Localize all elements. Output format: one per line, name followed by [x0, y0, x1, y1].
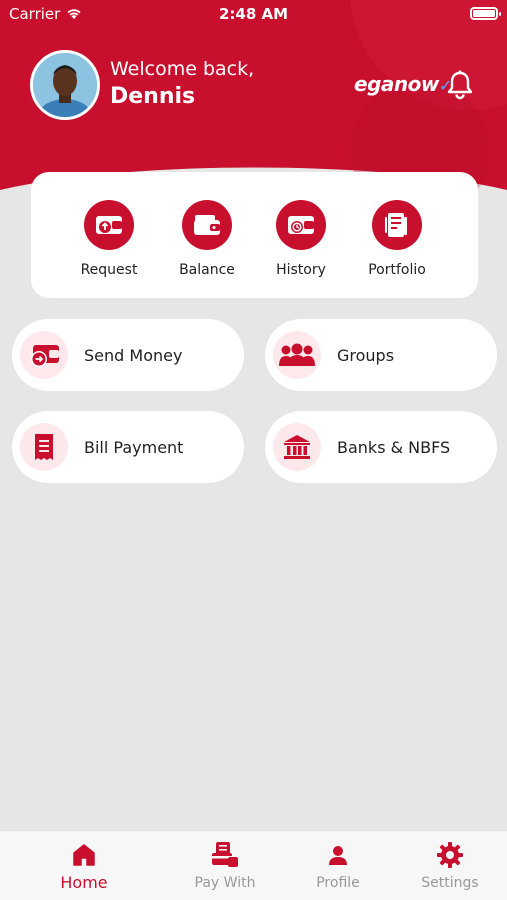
- nav-tab-profile[interactable]: Profile: [288, 841, 388, 891]
- nav-label: Home: [60, 873, 108, 892]
- quick-action-portfolio[interactable]: Portfolio: [347, 200, 447, 278]
- quick-action-balance[interactable]: Balance: [157, 200, 257, 278]
- home-icon: [34, 841, 134, 869]
- profile-icon: [288, 841, 388, 869]
- nav-label: Profile: [316, 875, 360, 891]
- wallet-icon: [182, 200, 232, 250]
- settings-icon: [400, 841, 500, 869]
- bottom-navigation: Home Pay With Profile Settings: [0, 830, 507, 900]
- nav-tab-pay-with[interactable]: Pay With: [175, 841, 275, 891]
- quick-actions-card: Request Balance History Portfolio: [31, 172, 478, 298]
- nav-tab-settings[interactable]: Settings: [400, 841, 500, 891]
- portfolio-icon: [372, 200, 422, 250]
- avatar-image: [33, 53, 97, 117]
- nav-label: Pay With: [194, 875, 256, 891]
- nav-tab-home[interactable]: Home: [34, 841, 134, 892]
- quick-action-label: History: [276, 262, 326, 278]
- status-time: 2:48 AM: [218, 5, 289, 23]
- quick-action-request[interactable]: Request: [59, 200, 159, 278]
- status-bar: Carrier 2:48 AM: [0, 0, 507, 28]
- nav-label: Settings: [421, 875, 479, 891]
- wallet-send-icon: [20, 331, 68, 379]
- welcome-text: Welcome back,: [110, 58, 255, 80]
- wallet-upload-icon: [84, 200, 134, 250]
- groups-button[interactable]: Groups: [265, 319, 497, 391]
- service-label: Bill Payment: [84, 437, 184, 457]
- quick-action-label: Balance: [179, 262, 235, 278]
- send-money-button[interactable]: Send Money: [12, 319, 244, 391]
- brand-logo: eganow✓: [354, 72, 452, 96]
- quick-action-history[interactable]: History: [251, 200, 351, 278]
- service-label: Banks & NBFS: [337, 437, 451, 457]
- group-icon: [273, 331, 321, 379]
- quick-action-label: Portfolio: [368, 262, 426, 278]
- user-name: Dennis: [110, 84, 196, 109]
- bank-icon: [273, 423, 321, 471]
- receipt-icon: [20, 423, 68, 471]
- bill-payment-button[interactable]: Bill Payment: [12, 411, 244, 483]
- quick-action-label: Request: [80, 262, 138, 278]
- service-label: Groups: [337, 345, 395, 365]
- notification-bell-icon[interactable]: [446, 70, 474, 100]
- banks-nbfs-button[interactable]: Banks & NBFS: [265, 411, 497, 483]
- service-label: Send Money: [84, 345, 183, 365]
- avatar[interactable]: [30, 50, 100, 120]
- wallet-history-icon: [276, 200, 326, 250]
- battery-icon: [470, 7, 501, 20]
- logo-text: eganow: [354, 72, 439, 96]
- pay-with-icon: [175, 841, 275, 869]
